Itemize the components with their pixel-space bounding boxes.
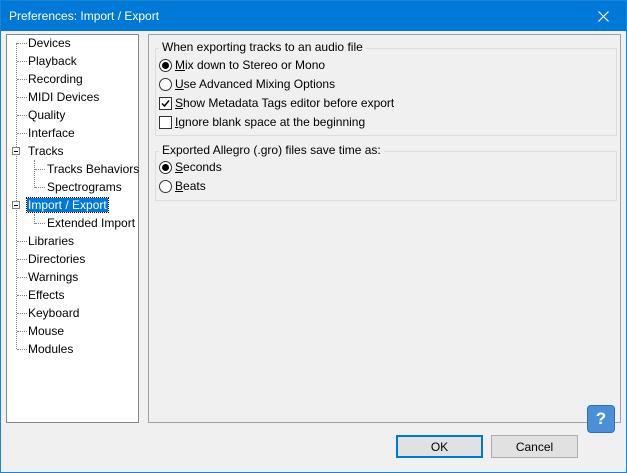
- tree-guide-line: [34, 160, 35, 188]
- tree-connector: [17, 43, 27, 44]
- ignore-blank-checkbox[interactable]: Ignore blank space at the beginning: [159, 113, 365, 131]
- tree-connector: [17, 295, 27, 296]
- beats-radio[interactable]: Beats: [159, 177, 206, 195]
- collapse-icon[interactable]: [12, 147, 20, 155]
- tree-connector: [35, 169, 45, 170]
- tree-connector: [35, 223, 45, 224]
- tree-connector: [17, 61, 27, 62]
- mix-stereo-mono-radio[interactable]: Mix down to Stereo or Mono: [159, 56, 325, 74]
- tree-item-libraries[interactable]: Libraries: [27, 232, 75, 250]
- ok-button[interactable]: OK: [396, 435, 483, 458]
- tree-connector: [35, 187, 45, 188]
- tree-item-midi-devices[interactable]: MIDI Devices: [27, 88, 100, 106]
- tree-connector: [17, 313, 27, 314]
- tree-item-interface[interactable]: Interface: [27, 124, 76, 142]
- tree-connector: [17, 241, 27, 242]
- radio-selected: [159, 160, 172, 174]
- tree-item-effects[interactable]: Effects: [27, 286, 65, 304]
- tree-connector: [17, 277, 27, 278]
- checkbox-unchecked: [159, 115, 172, 129]
- tree-connector: [17, 115, 27, 116]
- export-group-title: When exporting tracks to an audio file: [159, 40, 366, 54]
- tree-connector: [17, 97, 27, 98]
- tree-connector: [17, 133, 27, 134]
- help-icon: ?: [595, 409, 607, 428]
- tree-item-playback[interactable]: Playback: [27, 52, 78, 70]
- tree-connector: [17, 259, 27, 260]
- collapse-icon[interactable]: [12, 201, 20, 209]
- tree-item-recording[interactable]: Recording: [27, 70, 84, 88]
- checkbox-checked: [159, 96, 172, 110]
- title-bar: Preferences: Import / Export: [1, 1, 626, 31]
- tree-item-mouse[interactable]: Mouse: [27, 322, 65, 340]
- tree-item-quality[interactable]: Quality: [27, 106, 66, 124]
- tree-connector: [17, 79, 27, 80]
- tree-item-devices[interactable]: Devices: [27, 34, 72, 52]
- allegro-options-group: [155, 151, 617, 201]
- radio-unselected: [159, 179, 172, 193]
- close-button[interactable]: [580, 1, 626, 31]
- tree-item-spectrograms[interactable]: Spectrograms: [46, 178, 123, 196]
- tree-guide-line: [16, 43, 17, 349]
- tree-item-tracks[interactable]: Tracks: [27, 142, 65, 160]
- window-title: Preferences: Import / Export: [9, 9, 160, 23]
- tree-item-modules[interactable]: Modules: [27, 340, 74, 358]
- preferences-window: Preferences: Import / Export Devices Pla…: [0, 0, 627, 473]
- radio-unselected: [159, 77, 172, 91]
- close-icon: [597, 10, 609, 22]
- seconds-radio[interactable]: Seconds: [159, 158, 222, 176]
- cancel-button[interactable]: Cancel: [491, 435, 578, 458]
- tree-item-directories[interactable]: Directories: [27, 250, 86, 268]
- tree-connector: [17, 331, 27, 332]
- checkmark-icon: [161, 99, 170, 107]
- tree-item-warnings[interactable]: Warnings: [27, 268, 79, 286]
- radio-selected: [159, 58, 172, 72]
- settings-panel: When exporting tracks to an audio file M…: [148, 34, 621, 423]
- dialog-content: Devices Playback Recording MIDI Devices …: [1, 31, 626, 472]
- tree-item-import-export[interactable]: Import / Export: [26, 196, 109, 214]
- advanced-mixing-radio[interactable]: Use Advanced Mixing Options: [159, 75, 335, 93]
- show-metadata-checkbox[interactable]: Show Metadata Tags editor before export: [159, 94, 394, 112]
- allegro-group-title: Exported Allegro (.gro) files save time …: [159, 143, 384, 157]
- help-button[interactable]: ?: [587, 405, 615, 433]
- tree-item-extended-import[interactable]: Extended Import: [46, 214, 136, 232]
- category-tree[interactable]: Devices Playback Recording MIDI Devices …: [6, 34, 139, 423]
- tree-item-keyboard[interactable]: Keyboard: [27, 304, 80, 322]
- tree-connector: [17, 349, 27, 350]
- tree-item-tracks-behaviors[interactable]: Tracks Behaviors: [46, 160, 140, 178]
